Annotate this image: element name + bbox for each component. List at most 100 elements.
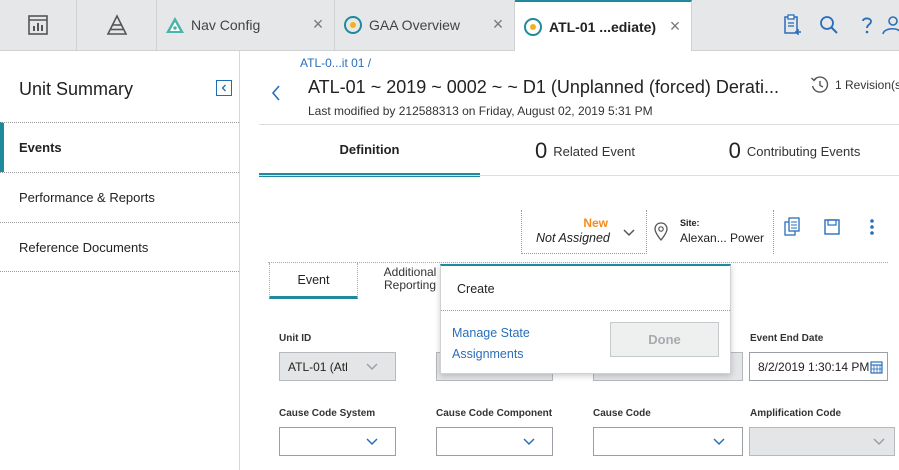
tab-label: Reporting — [383, 278, 437, 292]
more-vertical-icon — [870, 219, 874, 235]
sidebar-item-label: Reference Documents — [19, 239, 149, 255]
related-event-count: 0 — [535, 138, 548, 163]
chevron-down-icon — [366, 363, 378, 371]
user-icon — [882, 16, 899, 35]
new-document-button[interactable] — [774, 0, 810, 50]
cause-code-system-label: Cause Code System — [279, 408, 376, 419]
sidebar-item-label: Events — [19, 140, 62, 155]
tab-contributing-events[interactable]: 0 Contributing Events — [690, 125, 899, 177]
divider — [268, 262, 888, 263]
clipboard-plus-icon — [784, 14, 801, 35]
site-info: Site: Alexan... Power — [650, 210, 774, 254]
history-icon — [811, 76, 829, 93]
hierarchy-button[interactable] — [77, 0, 157, 50]
save-icon — [824, 219, 840, 235]
more-options-button[interactable] — [862, 216, 882, 238]
app-root: Nav Config × GAA Overview × ATL-01 ...ed… — [0, 0, 899, 470]
amplification-code-label: Amplification Code — [750, 408, 842, 419]
back-button[interactable] — [270, 84, 288, 104]
tab-gaa-overview[interactable]: GAA Overview × — [335, 0, 515, 50]
amplification-code-dropdown[interactable] — [749, 427, 895, 456]
copy-document-icon — [784, 217, 800, 236]
tab-label: ATL-01 ...ediate) — [549, 18, 657, 35]
tab-event[interactable]: Event — [269, 263, 358, 299]
sidebar-item-reference-documents[interactable]: Reference Documents — [0, 222, 239, 272]
page-title: ATL-01 ~ 2019 ~ 0002 ~ ~ D1 (Unplanned (… — [308, 77, 779, 97]
copy-button[interactable] — [782, 216, 802, 238]
divider — [259, 175, 899, 176]
event-end-date-value: 8/2/2019 1:30:14 PM — [758, 360, 870, 374]
cause-code-component-label: Cause Code Component — [436, 408, 553, 419]
panel-title: Unit Summary — [19, 79, 134, 99]
breadcrumb[interactable]: ATL-0...it 01 / — [300, 56, 371, 70]
chevron-down-icon — [366, 438, 378, 446]
unit-id-dropdown[interactable]: ATL-01 (Atl — [279, 352, 396, 381]
revisions-link[interactable]: 1 Revision(s — [810, 75, 899, 95]
revisions-label: 1 Revision(s — [835, 78, 899, 92]
tab-label: Additional — [383, 265, 437, 279]
calendar-icon[interactable] — [870, 360, 883, 374]
tab-label: Nav Config — [191, 17, 261, 33]
site-value: Alexan... Power — [680, 231, 765, 245]
cause-code-system-dropdown[interactable] — [279, 427, 396, 456]
assignment-text: Not Assigned — [536, 231, 610, 245]
unit-id-label: Unit ID — [279, 333, 312, 344]
chevron-down-icon — [873, 438, 885, 446]
chevron-left-icon — [271, 85, 280, 101]
nav-config-icon — [165, 15, 185, 35]
location-pin-icon — [654, 222, 668, 241]
search-icon — [820, 16, 838, 34]
close-icon[interactable]: × — [490, 15, 506, 33]
sidebar-item-performance-reports[interactable]: Performance & Reports — [0, 172, 239, 222]
sidebar-item-label: Performance & Reports — [19, 190, 155, 205]
done-button[interactable]: Done — [610, 322, 719, 357]
tab-label: Related Event — [553, 143, 635, 159]
dashboard-icon — [28, 15, 48, 35]
help-icon — [862, 17, 872, 34]
section-tabs: Definition 0 Related Event 0 Contributin… — [259, 124, 899, 177]
link-label: Assignments — [452, 347, 524, 361]
last-modified-text: Last modified by 212588313 on Friday, Au… — [308, 104, 653, 118]
sidebar-item-events[interactable]: Events — [0, 122, 239, 172]
dashboard-button[interactable] — [0, 0, 77, 50]
save-button[interactable] — [822, 216, 842, 238]
divider — [441, 310, 730, 311]
unit-summary-panel: Unit Summary Events Performance & Report… — [0, 51, 240, 470]
cause-code-component-dropdown[interactable] — [436, 427, 553, 456]
profile-button[interactable] — [880, 0, 899, 50]
tab-atl-01-event[interactable]: ATL-01 ...ediate) × — [515, 0, 692, 51]
tab-label: Contributing Events — [746, 143, 861, 159]
contributing-events-count: 0 — [728, 138, 741, 163]
gaa-gauge-icon — [343, 15, 363, 35]
site-label: Site: — [680, 218, 700, 228]
chevron-down-icon — [523, 438, 535, 446]
tab-definition[interactable]: Definition — [259, 125, 480, 177]
event-end-date-input[interactable]: 8/2/2019 1:30:14 PM — [749, 352, 888, 381]
pyramid-icon — [106, 14, 127, 35]
tab-nav-config[interactable]: Nav Config × — [157, 0, 335, 50]
tab-label: Definition — [339, 141, 400, 157]
button-label: Done — [648, 332, 681, 347]
cause-code-label: Cause Code — [593, 408, 651, 419]
tab-additional-reporting[interactable]: Additional Reporting — [380, 266, 440, 292]
event-end-date-label: Event End Date — [750, 333, 824, 344]
state-assignment-dropdown[interactable]: New Not Assigned — [521, 210, 647, 254]
close-icon[interactable]: × — [310, 15, 326, 33]
chevron-down-icon — [623, 229, 635, 237]
unit-id-value: ATL-01 (Atl — [288, 360, 348, 374]
top-tab-bar: Nav Config × GAA Overview × ATL-01 ...ed… — [0, 0, 899, 51]
chevron-down-icon — [713, 438, 725, 446]
link-label: Manage State — [452, 326, 530, 340]
tab-label: GAA Overview — [369, 17, 461, 33]
gaa-gauge-icon — [523, 17, 543, 37]
cause-code-dropdown[interactable] — [593, 427, 743, 456]
collapse-panel-button[interactable] — [216, 80, 232, 96]
tab-related-event[interactable]: 0 Related Event — [480, 125, 690, 177]
search-button[interactable] — [811, 0, 847, 50]
manage-state-assignments-link[interactable]: Manage State Assignments — [452, 323, 562, 365]
chevron-left-icon — [221, 84, 226, 92]
create-menu-item[interactable]: Create — [457, 282, 495, 296]
status-badge: New — [583, 216, 608, 230]
close-icon[interactable]: × — [667, 17, 683, 35]
tab-label: Event — [297, 272, 330, 287]
